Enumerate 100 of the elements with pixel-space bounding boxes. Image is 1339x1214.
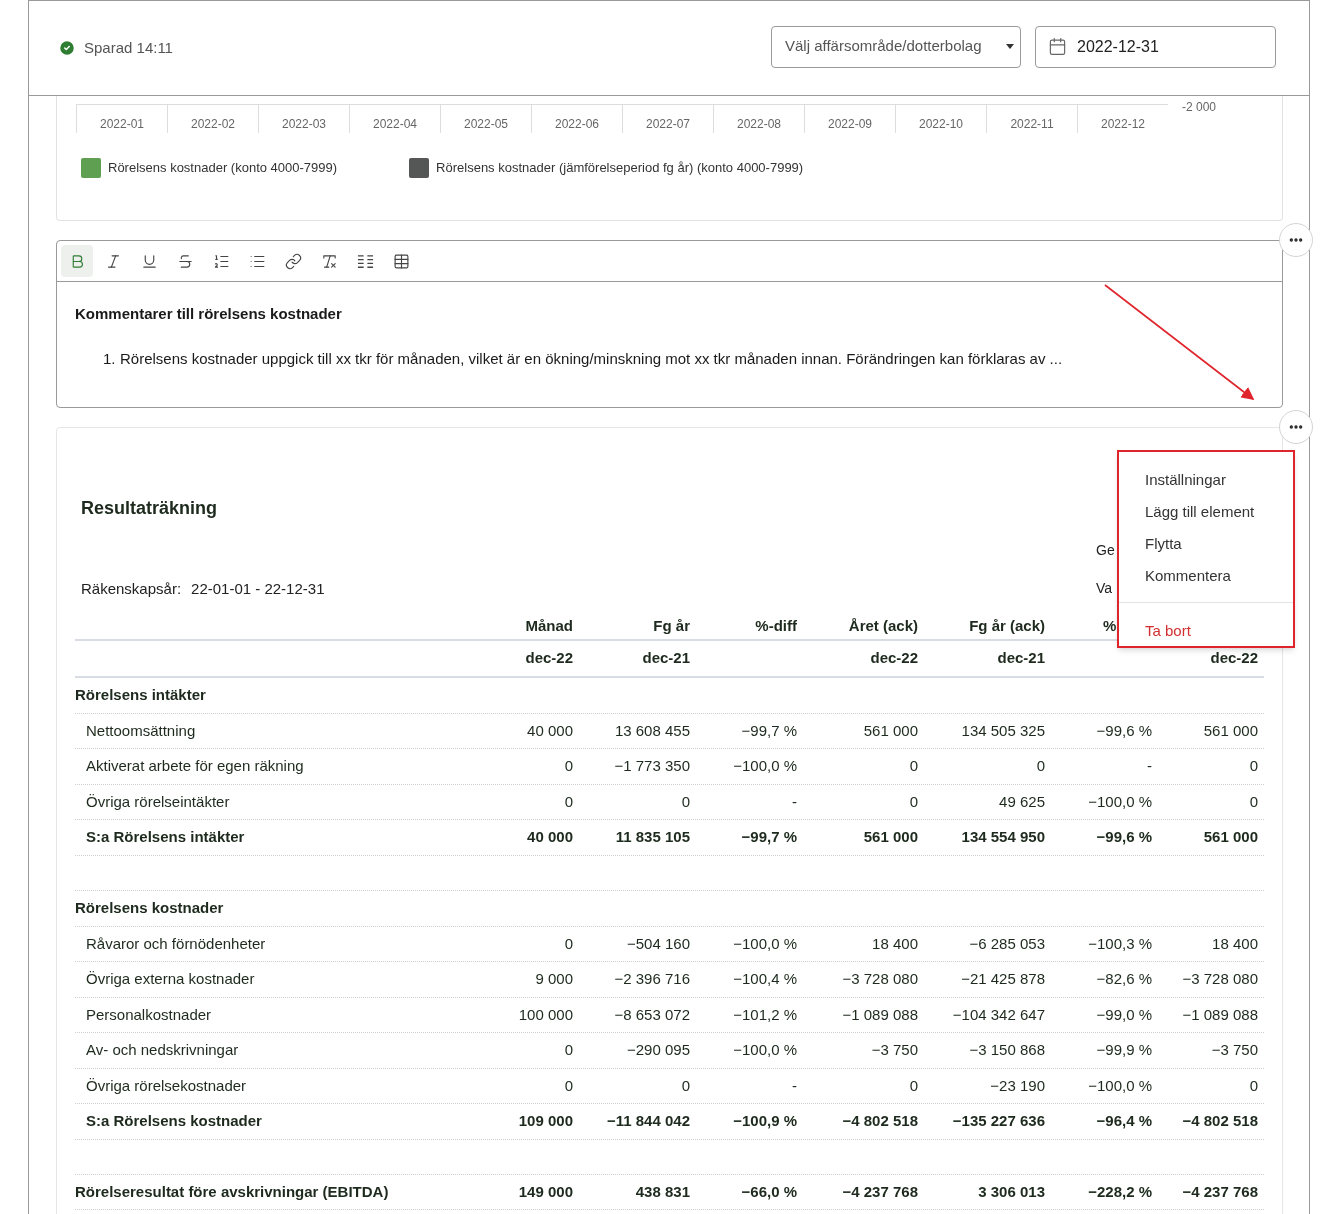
cut-label: Va [1096, 579, 1114, 598]
legend-label: Rörelsens kostnader (konto 4000-7999) [108, 159, 338, 178]
row-label: Aktiverat arbete för egen räkning [85, 756, 304, 776]
table-cell-text: 13 608 455 [614, 720, 691, 741]
legend-label: Rörelsens kostnader (jämförelseperiod fg år) (konto 4000-7999) [436, 159, 804, 178]
table-cell-text: −4 802 518 [1182, 1111, 1259, 1131]
table-cell-text: 149 000 [518, 1181, 574, 1202]
table-cell-text: 0 [1249, 791, 1259, 812]
table-cell-text: −100,0 % [733, 1040, 798, 1060]
table-cell-text: −99,7 % [741, 827, 798, 847]
table-cell-text: −6 285 053 [969, 933, 1046, 954]
table-cell-text: −1 773 350 [614, 756, 691, 776]
table-cell-text: 18 400 [872, 933, 919, 954]
table-cell-text: −1 089 088 [1182, 1004, 1259, 1025]
row-label: Övriga externa kostnader [85, 969, 255, 989]
row-label: Personalkostnader [85, 1004, 212, 1025]
axis-label: 2022-12 [1100, 116, 1145, 133]
table-cell-text: 49 625 [999, 791, 1046, 812]
table-cell-text: 561 000 [863, 720, 919, 741]
table-cell-text: 0 [1036, 756, 1046, 776]
table-cell-text: −101,2 % [733, 1004, 798, 1025]
table-cell-text: 40 000 [527, 827, 574, 847]
table-cell-text: 561 000 [1203, 827, 1259, 847]
axis-label: 2022-08 [736, 116, 781, 133]
column-header: %-diff [755, 615, 798, 636]
saved-status: Sparad 14:11 [84, 37, 173, 58]
table-cell-text: 100 000 [518, 1004, 574, 1025]
section-heading: Rörelsens kostnader [75, 897, 224, 918]
table-cell-text: 9 000 [535, 969, 574, 989]
period-header: dec-21 [997, 647, 1046, 668]
table-cell-text: - [1147, 756, 1153, 776]
table-cell-text: −96,4 % [1096, 1111, 1153, 1131]
period-header: dec-22 [870, 647, 919, 668]
table-cell-text: −100,4 % [733, 969, 798, 989]
row-label: Nettoomsättning [85, 720, 196, 741]
axis-label: 2022-09 [827, 116, 872, 133]
table-cell-text: −100,0 % [733, 933, 798, 954]
table-cell-text: −99,9 % [1096, 1040, 1153, 1060]
section-heading: Rörelsens intäkter [75, 684, 206, 705]
axis-label: 2022-07 [645, 116, 690, 133]
table-cell-text: −104 342 647 [952, 1004, 1046, 1025]
table-cell-text: 0 [564, 791, 574, 812]
menu-item[interactable]: Inställningar [1119, 464, 1293, 496]
axis-label: -2 000 [1182, 99, 1217, 112]
caret-icon [1006, 44, 1014, 49]
table-cell-text: −4 802 518 [842, 1111, 919, 1131]
table-cell-text: −11 844 042 [607, 1111, 691, 1131]
row-label: Rörelseresultat före avskrivningar (EBITDA) [75, 1181, 389, 1202]
column-header: Månad [525, 615, 574, 636]
table-cell-text: −99,7 % [741, 720, 798, 741]
table-cell-text: −3 150 868 [969, 1040, 1046, 1060]
menu-item[interactable]: Ta bort [1119, 615, 1293, 647]
more-button[interactable] [1279, 223, 1313, 257]
column-header: Fg år [653, 615, 691, 636]
table-cell-text: 0 [564, 933, 574, 954]
menu-item[interactable]: Flytta [1119, 528, 1293, 560]
table-cell-text: −8 653 072 [614, 1004, 691, 1025]
numbered-list-icon [212, 252, 230, 270]
axis-label: 2022-01 [99, 116, 144, 133]
axis-label: 2022-11 [1010, 116, 1054, 133]
period-header: dec-22 [1210, 647, 1259, 668]
table-cell-text: −504 160 [627, 933, 691, 954]
period-header: dec-22 [525, 647, 574, 668]
fiscal-year-label: Räkenskapsår: [81, 579, 182, 599]
table-cell-text: −3 728 080 [842, 969, 919, 989]
strikethrough-icon [176, 252, 194, 270]
axis-label: 2022-03 [281, 116, 326, 133]
table-cell-text: −3 750 [1211, 1040, 1259, 1060]
table-cell-text: −3 728 080 [1182, 969, 1259, 989]
comment-text: Rörelsens kostnader uppgick till xx tkr för månaden, vilket är en ökning/minskning mot xx tkr månaden innan. Förändringen kan förklaras av ... [120, 348, 1063, 369]
clear-format-icon [320, 252, 338, 270]
table-cell-text: 40 000 [527, 720, 574, 741]
row-label: S:a Rörelsens kostnader [85, 1111, 262, 1131]
axis-label: 2022-06 [554, 116, 599, 133]
bold-button[interactable] [61, 245, 93, 277]
comment-heading: Kommentarer till rörelsens kostnader [75, 304, 343, 324]
table-cell-text: −100,9 % [733, 1111, 798, 1131]
date-field[interactable]: 2022-12-31 [1035, 25, 1276, 68]
columns-icon [356, 252, 374, 270]
table-cell-text: −66,0 % [741, 1181, 798, 1202]
report-title: Resultaträkning [81, 497, 219, 520]
table-cell-text: 134 554 950 [961, 827, 1046, 847]
table-cell-text: 11 835 105 [615, 827, 691, 847]
row-label: Råvaror och förnödenheter [85, 933, 266, 954]
table-cell-text: −4 237 768 [842, 1181, 919, 1202]
table-cell-text: −1 089 088 [842, 1004, 919, 1025]
table-cell-text: 0 [564, 756, 574, 776]
table-cell-text: −4 237 768 [1182, 1181, 1259, 1202]
more-button[interactable] [1279, 410, 1313, 444]
table-cell-text: 18 400 [1212, 933, 1259, 954]
menu-item[interactable]: Kommentera [1119, 560, 1293, 592]
table-cell-text: 0 [564, 1075, 574, 1096]
menu-item[interactable]: Lägg till element [1119, 496, 1293, 528]
table-cell-text: - [792, 1075, 798, 1096]
row-label: Av- och nedskrivningar [85, 1040, 239, 1060]
company-select[interactable]: Välj affärsområde/dotterbolag [771, 25, 1021, 68]
calendar-icon [1048, 37, 1067, 56]
row-label: Övriga rörelseintäkter [85, 791, 230, 812]
table-cell-text: −100,0 % [1088, 1075, 1153, 1096]
table-cell-text: −3 750 [871, 1040, 919, 1060]
